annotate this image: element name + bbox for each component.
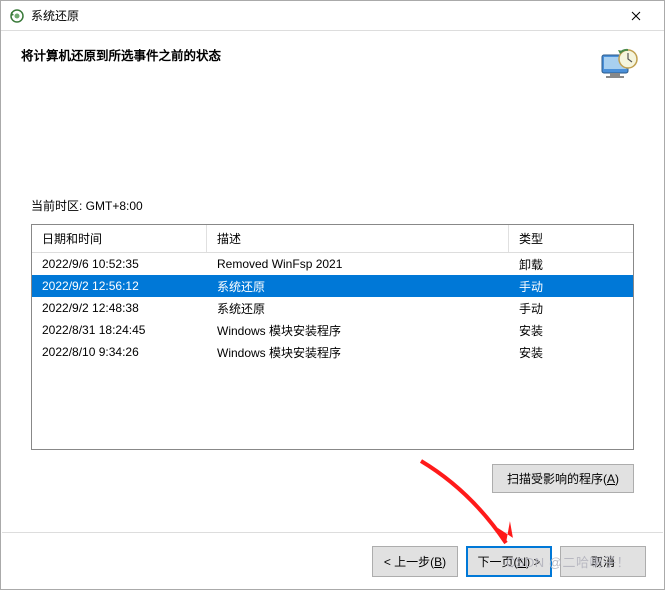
scan-row: 扫描受影响的程序(A) [31, 464, 634, 493]
col-header-desc[interactable]: 描述 [207, 225, 509, 252]
timezone-label: 当前时区: GMT+8:00 [31, 197, 634, 214]
cancel-button[interactable]: 取消 [560, 546, 646, 577]
cell-type: 安装 [509, 344, 633, 361]
table-body: 2022/9/6 10:52:35Removed WinFsp 2021卸载20… [32, 253, 633, 363]
back-label: < 上一步(B) [384, 555, 446, 569]
cell-desc: Windows 模块安装程序 [207, 344, 509, 361]
cell-date: 2022/8/10 9:34:26 [32, 345, 207, 359]
scan-btn-label: 扫描受影响的程序(A) [507, 472, 619, 486]
table-row[interactable]: 2022/9/6 10:52:35Removed WinFsp 2021卸载 [32, 253, 633, 275]
table-row[interactable]: 2022/9/2 12:56:12系统还原手动 [32, 275, 633, 297]
back-button[interactable]: < 上一步(B) [372, 546, 458, 577]
restore-points-table: 日期和时间 描述 类型 2022/9/6 10:52:35Removed Win… [31, 224, 634, 450]
cell-date: 2022/8/31 18:24:45 [32, 323, 207, 337]
next-label: 下一页(N) > [477, 555, 540, 569]
cell-type: 手动 [509, 300, 633, 317]
system-restore-window: 系统还原 将计算机还原到所选事件之前的状态 当前时区: GMT+8:00 [0, 0, 665, 590]
cell-date: 2022/9/2 12:48:38 [32, 301, 207, 315]
footer-separator [2, 532, 663, 533]
cell-date: 2022/9/6 10:52:35 [32, 257, 207, 271]
col-header-type[interactable]: 类型 [509, 225, 633, 252]
cell-type: 卸载 [509, 256, 633, 273]
titlebar-title: 系统还原 [31, 7, 616, 24]
titlebar: 系统还原 [1, 1, 664, 31]
cell-type: 手动 [509, 278, 633, 295]
cell-date: 2022/9/2 12:56:12 [32, 279, 207, 293]
header-area: 将计算机还原到所选事件之前的状态 [1, 31, 664, 93]
cell-desc: 系统还原 [207, 278, 509, 295]
restore-large-icon [598, 45, 640, 87]
content-area: 当前时区: GMT+8:00 日期和时间 描述 类型 2022/9/6 10:5… [1, 197, 664, 493]
restore-icon [9, 8, 25, 24]
cell-type: 安装 [509, 322, 633, 339]
header-text: 将计算机还原到所选事件之前的状态 [21, 45, 221, 64]
footer: < 上一步(B) 下一页(N) > 取消 [372, 546, 646, 577]
next-button[interactable]: 下一页(N) > [466, 546, 552, 577]
cell-desc: 系统还原 [207, 300, 509, 317]
cancel-label: 取消 [591, 555, 615, 569]
table-row[interactable]: 2022/8/10 9:34:26Windows 模块安装程序安装 [32, 341, 633, 363]
table-header: 日期和时间 描述 类型 [32, 225, 633, 253]
table-row[interactable]: 2022/8/31 18:24:45Windows 模块安装程序安装 [32, 319, 633, 341]
scan-affected-button[interactable]: 扫描受影响的程序(A) [492, 464, 634, 493]
close-button[interactable] [616, 2, 656, 30]
col-header-date[interactable]: 日期和时间 [32, 225, 207, 252]
cell-desc: Removed WinFsp 2021 [207, 257, 509, 271]
table-row[interactable]: 2022/9/2 12:48:38系统还原手动 [32, 297, 633, 319]
cell-desc: Windows 模块安装程序 [207, 322, 509, 339]
